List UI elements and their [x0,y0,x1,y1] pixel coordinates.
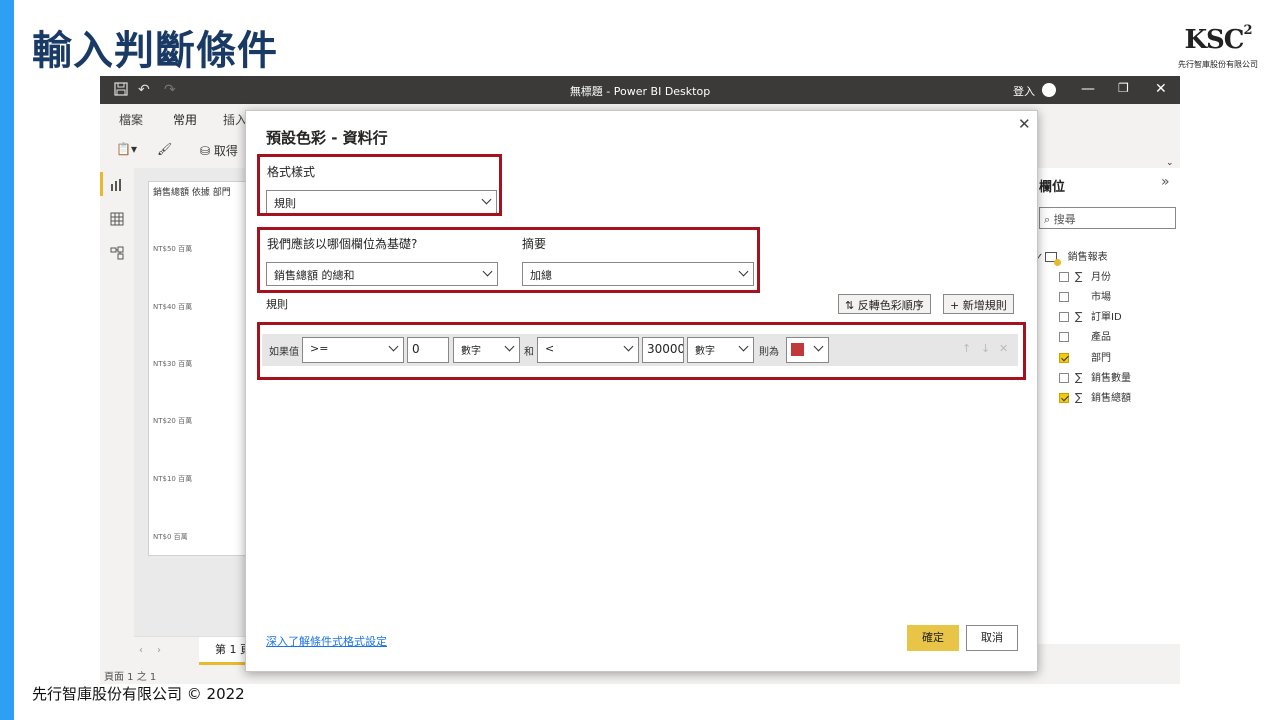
company-logo: KSC2 先行智庫股份有限公司 [1170,14,1266,69]
report-view-icon[interactable] [109,178,125,194]
reverse-color-order-button[interactable]: ⇅ 反轉色彩順序 [838,294,931,314]
y-tick-label: NT$0 百萬 [153,533,188,541]
sign-in-link[interactable]: 登入 [1013,83,1035,99]
footer-copyright: 先行智庫股份有限公司 © 2022 [32,685,245,703]
page-prev-icon[interactable]: ‹ [139,645,143,656]
slide: 輸入判斷條件 KSC2 先行智庫股份有限公司 ↶ ↷ 無標題 - Power B… [0,0,1280,720]
slide-title: 輸入判斷條件 [32,28,278,74]
accent-bar [0,0,14,720]
field-item[interactable]: 市場 [1059,288,1111,303]
field-checkbox[interactable] [1059,373,1069,383]
field-item[interactable]: 部門 [1059,349,1111,364]
sort-icon: ⇅ [845,299,855,312]
rules-label: 規則 [266,298,288,311]
y-tick-label: NT$50 百萬 [153,245,193,253]
avatar[interactable] [1042,83,1056,97]
sigma-icon: ∑ [1075,310,1083,323]
title-bar: ↶ ↷ 無標題 - Power BI Desktop 登入 — ❐ ✕ [100,76,1180,104]
field-checkbox[interactable] [1059,332,1069,342]
field-item[interactable]: ∑ 銷售數量 [1059,369,1131,384]
y-tick-label: NT$40 百萬 [153,303,193,311]
highlight-box [257,154,502,216]
format-painter-icon[interactable]: 🖌 [157,142,172,156]
field-checkbox[interactable] [1059,393,1069,403]
field-item[interactable]: ∑ 月份 [1059,268,1111,283]
field-checkbox[interactable] [1059,292,1069,302]
logo-mark: KSC2 [1184,23,1252,55]
bar-chart-visual[interactable]: 銷售總額 依據 部門 NT$50 百萬 NT$40 百萬 NT$30 百萬 NT… [148,181,253,556]
tab-insert[interactable]: 插入 [223,111,247,128]
y-tick-label: NT$30 百萬 [153,360,193,368]
y-tick-label: NT$20 百萬 [153,417,193,425]
field-item[interactable]: ∑ 訂單ID [1059,308,1122,323]
highlight-box [257,322,1026,380]
field-item[interactable]: 產品 [1059,328,1111,343]
cancel-button[interactable]: 取消 [966,625,1018,651]
conditional-format-dialog: 預設色彩 - 資料行 ✕ 格式樣式 規則 我們應該以哪個欄位為基礎? 銷售總額 … [245,110,1038,672]
highlight-box [257,227,760,293]
field-checkbox[interactable] [1059,272,1069,282]
sigma-icon: ∑ [1075,391,1083,404]
search-icon: ⌕ [1044,213,1051,226]
tab-file[interactable]: 檔案 [119,111,143,128]
page-next-icon[interactable]: › [157,645,161,656]
fields-search-input[interactable]: ⌕ 搜尋 [1039,207,1176,229]
table-item[interactable]: ✓ 銷售報表 [1035,248,1108,266]
visual-title: 銷售總額 依據 部門 [153,188,231,198]
table-icon [1045,252,1062,266]
dialog-title: 預設色彩 - 資料行 [266,129,388,147]
collapse-pane-icon[interactable]: » [1161,174,1170,190]
add-rule-button[interactable]: + 新增規則 [943,294,1014,314]
model-view-icon[interactable] [109,246,125,262]
ribbon-expand-icon[interactable]: ⌄ [1166,158,1174,168]
ok-button[interactable]: 確定 [907,625,959,651]
fields-pane-title: 欄位 [1039,180,1066,195]
field-item[interactable]: ∑ 銷售總額 [1059,389,1131,404]
sigma-icon: ∑ [1075,270,1083,283]
sigma-icon: ∑ [1075,371,1083,384]
close-icon[interactable]: ✕ [1018,115,1031,133]
data-view-icon[interactable] [109,212,125,228]
close-icon[interactable]: ✕ [1155,81,1167,97]
plus-icon: + [950,299,960,312]
field-checkbox[interactable] [1059,353,1069,363]
field-checkbox[interactable] [1059,312,1069,322]
restore-icon[interactable]: ❐ [1118,81,1129,95]
get-data-button[interactable]: ⛁ 取得 [200,142,238,159]
database-icon: ⛁ [200,144,211,158]
minimize-icon[interactable]: — [1081,81,1095,97]
nav-selection-indicator [100,172,103,196]
learn-more-link[interactable]: 深入了解條件式格式設定 [266,633,387,649]
y-tick-label: NT$10 百萬 [153,475,193,483]
logo-subtitle: 先行智庫股份有限公司 [1178,60,1258,69]
left-nav [100,168,134,668]
fields-pane: 欄位 » ⌕ 搜尋 ✓ 銷售報表 ∑ 月份 市場 ∑ 訂單ID 產品 部門 ∑ 銷售數… [1035,168,1180,644]
paste-icon[interactable]: 📋▾ [116,142,137,156]
